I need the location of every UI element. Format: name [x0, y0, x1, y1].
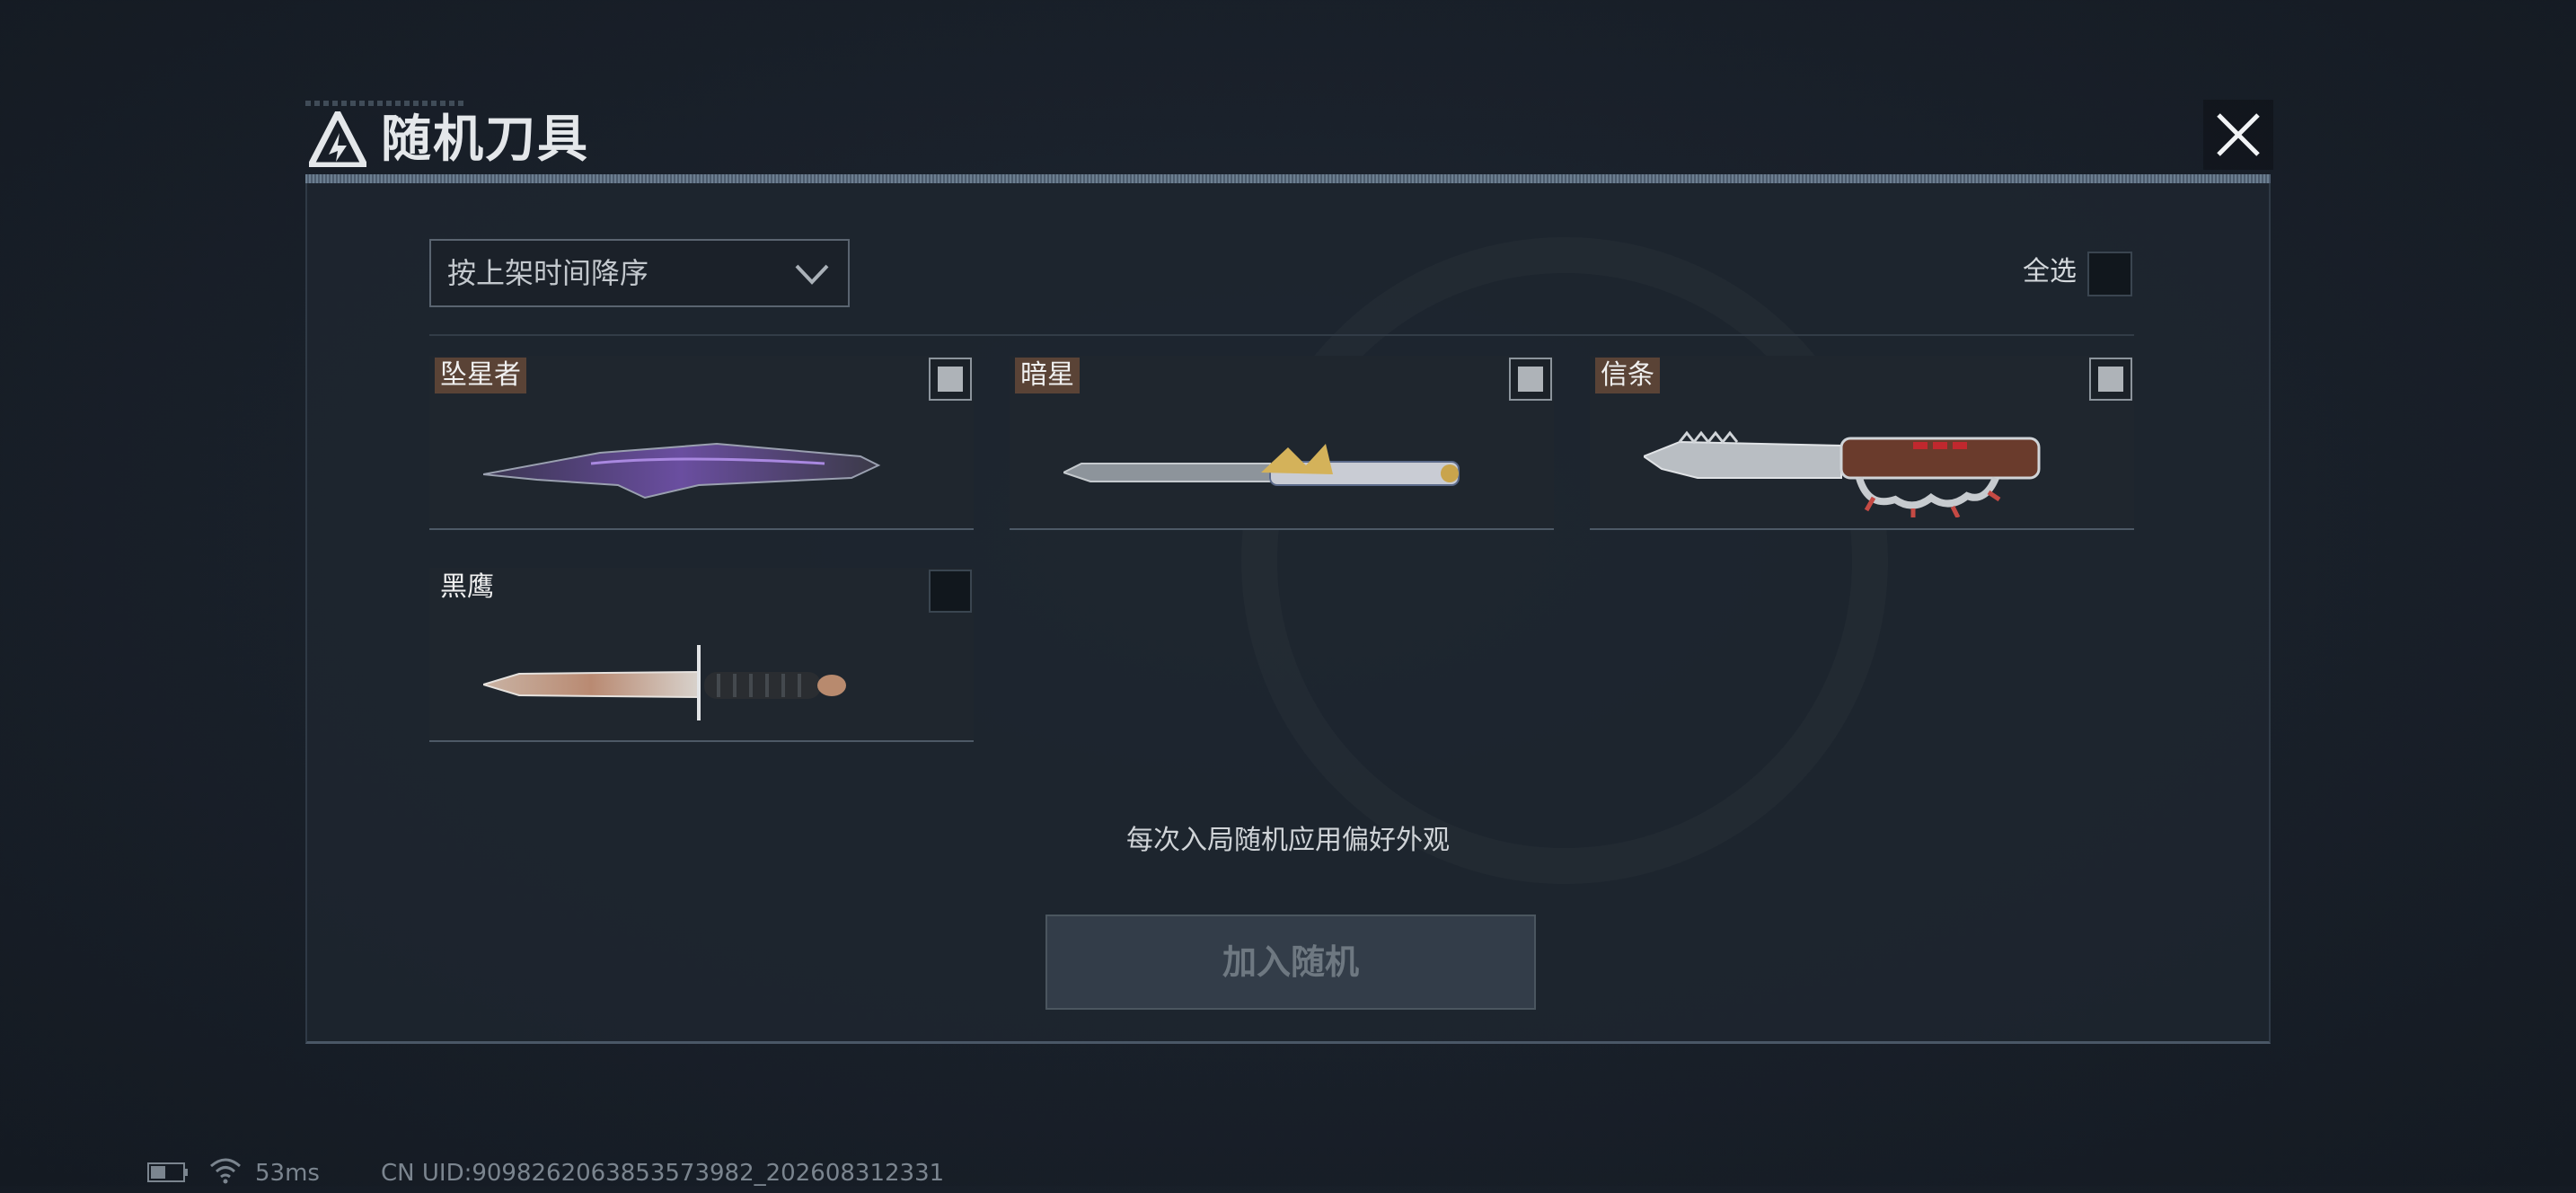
section-divider — [429, 334, 2134, 336]
select-all-label: 全选 — [2023, 256, 2077, 287]
header-divider — [305, 174, 2271, 183]
close-icon[interactable] — [2202, 99, 2274, 171]
ping-label: 53ms — [255, 1160, 320, 1187]
knife-name: 黑鹰 — [440, 571, 494, 603]
knife-card-1[interactable]: 坠星者 — [429, 356, 974, 530]
sort-dropdown[interactable]: 按上架时间降序 — [429, 239, 850, 307]
knife-name: 暗星 — [1015, 358, 1080, 393]
hint-text: 每次入局随机应用偏好外观 — [1126, 825, 1450, 856]
dialog-header: 随机刀具 — [305, 101, 2281, 181]
knife-checkbox[interactable] — [2089, 358, 2132, 401]
knife-name: 信条 — [1595, 358, 1660, 393]
triangle-logo-icon — [309, 111, 366, 167]
battery-icon — [147, 1162, 188, 1182]
knife-checkbox[interactable] — [929, 570, 972, 613]
knife-card-3[interactable]: 信条 — [1590, 356, 2134, 530]
knife-checkbox[interactable] — [929, 358, 972, 401]
combat-dagger-image — [483, 645, 846, 720]
knife-panel: 按上架时间降序 全选 坠星者 暗星 信条 黑鹰 每次入局随机应用偏好外观 加入随… — [305, 183, 2271, 1044]
knife-card-2[interactable]: 暗星 — [1010, 356, 1554, 530]
purple-blade-knife-image — [483, 442, 881, 499]
uid-label: CN UID:9098262063853573982_202608312331 — [381, 1160, 945, 1187]
knuckle-knife-image — [1644, 430, 2041, 517]
sort-dropdown-value: 按上架时间降序 — [447, 256, 649, 290]
chevron-down-icon — [795, 264, 829, 285]
knife-checkbox[interactable] — [1509, 358, 1552, 401]
gold-hilt-knife-image — [1063, 444, 1460, 486]
knife-card-4[interactable]: 黑鹰 — [429, 568, 974, 742]
dialog-title: 随机刀具 — [381, 110, 589, 169]
join-random-button[interactable]: 加入随机 — [1045, 915, 1536, 1010]
select-all-checkbox[interactable] — [2087, 252, 2132, 296]
wifi-icon — [210, 1158, 241, 1184]
knife-name: 坠星者 — [435, 358, 526, 393]
